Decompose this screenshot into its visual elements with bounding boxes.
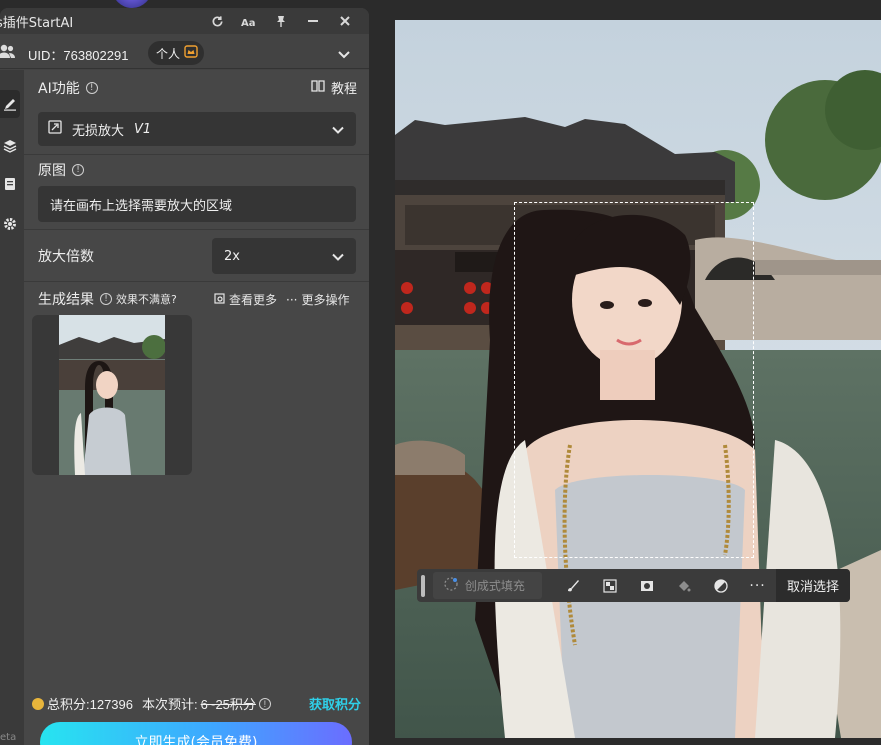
minimize-icon[interactable] [297, 8, 329, 34]
function-value: 无损放大 [72, 123, 125, 139]
scale-value: 2x [224, 248, 240, 264]
estimate-label: 本次预计: [142, 697, 198, 712]
source-info-icon[interactable]: ! [72, 164, 84, 176]
ai-function-label-row: AI功能 ! [38, 78, 98, 98]
left-tool-rail: eta [0, 70, 24, 745]
tutorial-link[interactable]: 教程 [311, 78, 357, 97]
ai-function-label: AI功能 [38, 81, 80, 97]
generative-fill-button[interactable]: 创成式填充 [432, 572, 543, 599]
tutorial-label: 教程 [330, 82, 357, 97]
edit-tool-icon[interactable] [0, 90, 20, 118]
scale-chevron-icon [332, 251, 344, 266]
generative-fill-label: 创成式填充 [464, 579, 525, 593]
upscale-icon [48, 120, 62, 138]
history-icon[interactable] [0, 170, 20, 198]
account-type-badge[interactable]: 个人 [148, 41, 205, 65]
account-type-label: 个人 [156, 46, 181, 61]
source-placeholder: 请在画布上选择需要放大的区域 [50, 198, 233, 214]
refresh-icon[interactable] [201, 8, 233, 34]
pin-icon[interactable] [265, 8, 297, 34]
feedback-info-icon: ! [100, 293, 112, 305]
cancel-selection-button[interactable]: 取消选择 [776, 569, 851, 602]
plugin-content: AI功能 ! 教程 无损放大 V1 原图 ! 请在画布上选择需要放大的区域 放大… [24, 70, 369, 745]
svg-text:Aa: Aa [241, 18, 256, 27]
app-root: s插件StartAI Aa UID：763802291 个人 eta AI功能 … [0, 0, 881, 745]
checker-mask-icon[interactable] [591, 569, 628, 602]
scale-label-text: 放大倍数 [38, 249, 94, 265]
close-icon[interactable] [329, 8, 361, 34]
selection-toolbar: 创成式填充 ··· 取消选择 [417, 569, 851, 602]
top-strip [0, 0, 369, 8]
get-points-link[interactable]: 获取积分 [309, 694, 361, 713]
sparkle-icon [443, 576, 459, 595]
points-summary: 总积分:127396 本次预计: 6~25积分 ! [32, 694, 271, 713]
book-icon [311, 79, 325, 96]
estimate-info-icon[interactable]: ! [258, 697, 271, 710]
ai-function-select[interactable]: 无损放大 V1 [38, 112, 356, 146]
settings-gear-icon[interactable] [0, 210, 20, 238]
feedback-label: 效果不满意? [116, 293, 177, 306]
crown-icon [184, 45, 198, 61]
source-label-row: 原图 ! [38, 160, 84, 180]
view-more-link[interactable]: 查看更多 [214, 291, 277, 308]
uid-text: UID：763802291 [28, 48, 129, 63]
avatar [112, 0, 152, 8]
source-region-field[interactable]: 请在画布上选择需要放大的区域 [38, 186, 356, 222]
layers-icon[interactable] [0, 132, 20, 160]
section-divider [24, 154, 369, 155]
account-bar: UID：763802291 个人 [0, 38, 369, 68]
ellipsis-icon: ··· [286, 292, 298, 307]
more-actions-link[interactable]: ··· 更多操作 [286, 291, 349, 308]
plugin-titlebar: s插件StartAI Aa [0, 8, 369, 34]
startai-plugin-panel: s插件StartAI Aa UID：763802291 个人 eta AI功能 … [0, 8, 369, 745]
function-chevron-icon [332, 124, 344, 139]
invert-selection-icon[interactable] [702, 569, 739, 602]
coin-icon [32, 697, 44, 710]
result-image [59, 315, 165, 475]
brush-icon[interactable] [554, 569, 591, 602]
ai-function-info-icon[interactable]: ! [85, 82, 98, 94]
view-more-label: 查看更多 [229, 293, 278, 307]
more-actions-label: 更多操作 [301, 293, 350, 307]
bucket-icon[interactable] [665, 569, 702, 602]
version-footer: eta [0, 732, 17, 743]
font-size-icon[interactable]: Aa [233, 8, 265, 34]
generate-button[interactable]: 立即生成(会员免费) [40, 722, 352, 745]
plugin-title: s插件StartAI [0, 15, 74, 31]
scale-label: 放大倍数 [38, 246, 94, 266]
users-icon[interactable] [0, 44, 16, 64]
function-version: V1 [134, 121, 152, 137]
source-label: 原图 [38, 163, 66, 179]
total-points: 总积分:127396 [47, 697, 133, 712]
scale-select[interactable]: 2x [212, 238, 356, 274]
header-divider [0, 68, 369, 69]
selection-marquee[interactable] [514, 202, 754, 558]
section-divider [24, 229, 369, 230]
estimate-value: 6~25积分 [200, 697, 256, 712]
more-options-icon[interactable]: ··· [739, 569, 776, 602]
section-divider [24, 281, 369, 282]
account-expand-chevron-icon[interactable] [337, 45, 351, 64]
result-thumbnail[interactable] [32, 315, 192, 475]
result-label: 生成结果 [38, 292, 94, 308]
mask-icon[interactable] [628, 569, 665, 602]
feedback-link[interactable]: ! 效果不满意? [100, 291, 177, 307]
result-label-row: 生成结果 [38, 289, 94, 309]
drag-handle[interactable] [421, 574, 425, 597]
view-more-icon [214, 292, 225, 307]
